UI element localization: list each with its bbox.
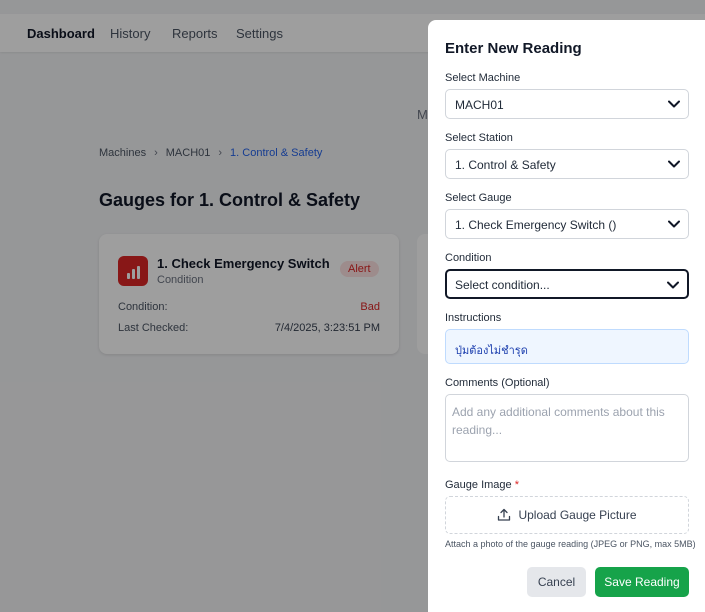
upload-label: Upload Gauge Picture: [518, 508, 637, 522]
instructions-label: Instructions: [445, 312, 502, 324]
comments-label: Comments (Optional): [445, 377, 550, 389]
save-reading-button[interactable]: Save Reading: [595, 567, 689, 597]
machine-label: Select Machine: [445, 72, 521, 84]
upload-gauge-picture-button[interactable]: Upload Gauge Picture: [445, 496, 689, 534]
gauge-image-label-text: Gauge Image: [445, 479, 512, 491]
gauge-image-label: Gauge Image *: [445, 479, 519, 491]
station-label: Select Station: [445, 132, 513, 144]
upload-hint: Attach a photo of the gauge reading (JPE…: [445, 539, 696, 549]
machine-select[interactable]: MACH01: [445, 89, 689, 119]
comments-textarea[interactable]: [445, 394, 689, 462]
condition-select[interactable]: Select condition...: [445, 269, 689, 299]
upload-icon: [498, 508, 511, 521]
chevron-down-icon: [668, 160, 680, 168]
station-select[interactable]: 1. Control & Safety: [445, 149, 689, 179]
condition-select-value: Select condition...: [455, 278, 550, 292]
chevron-down-icon: [668, 100, 680, 108]
gauge-select-value: 1. Check Emergency Switch (): [455, 218, 617, 232]
modal-title: Enter New Reading: [445, 40, 582, 57]
station-select-value: 1. Control & Safety: [455, 158, 556, 172]
chevron-down-icon: [667, 281, 679, 289]
condition-field-label: Condition: [445, 252, 492, 264]
gauge-label: Select Gauge: [445, 192, 512, 204]
gauge-select[interactable]: 1. Check Emergency Switch (): [445, 209, 689, 239]
chevron-down-icon: [668, 220, 680, 228]
new-reading-modal: Enter New Reading Select Machine MACH01 …: [428, 20, 705, 612]
machine-select-value: MACH01: [455, 98, 504, 112]
cancel-button[interactable]: Cancel: [527, 567, 586, 597]
required-marker: *: [514, 479, 519, 491]
instructions-box: ปุ่มต้องไม่ชำรุด: [445, 329, 689, 364]
